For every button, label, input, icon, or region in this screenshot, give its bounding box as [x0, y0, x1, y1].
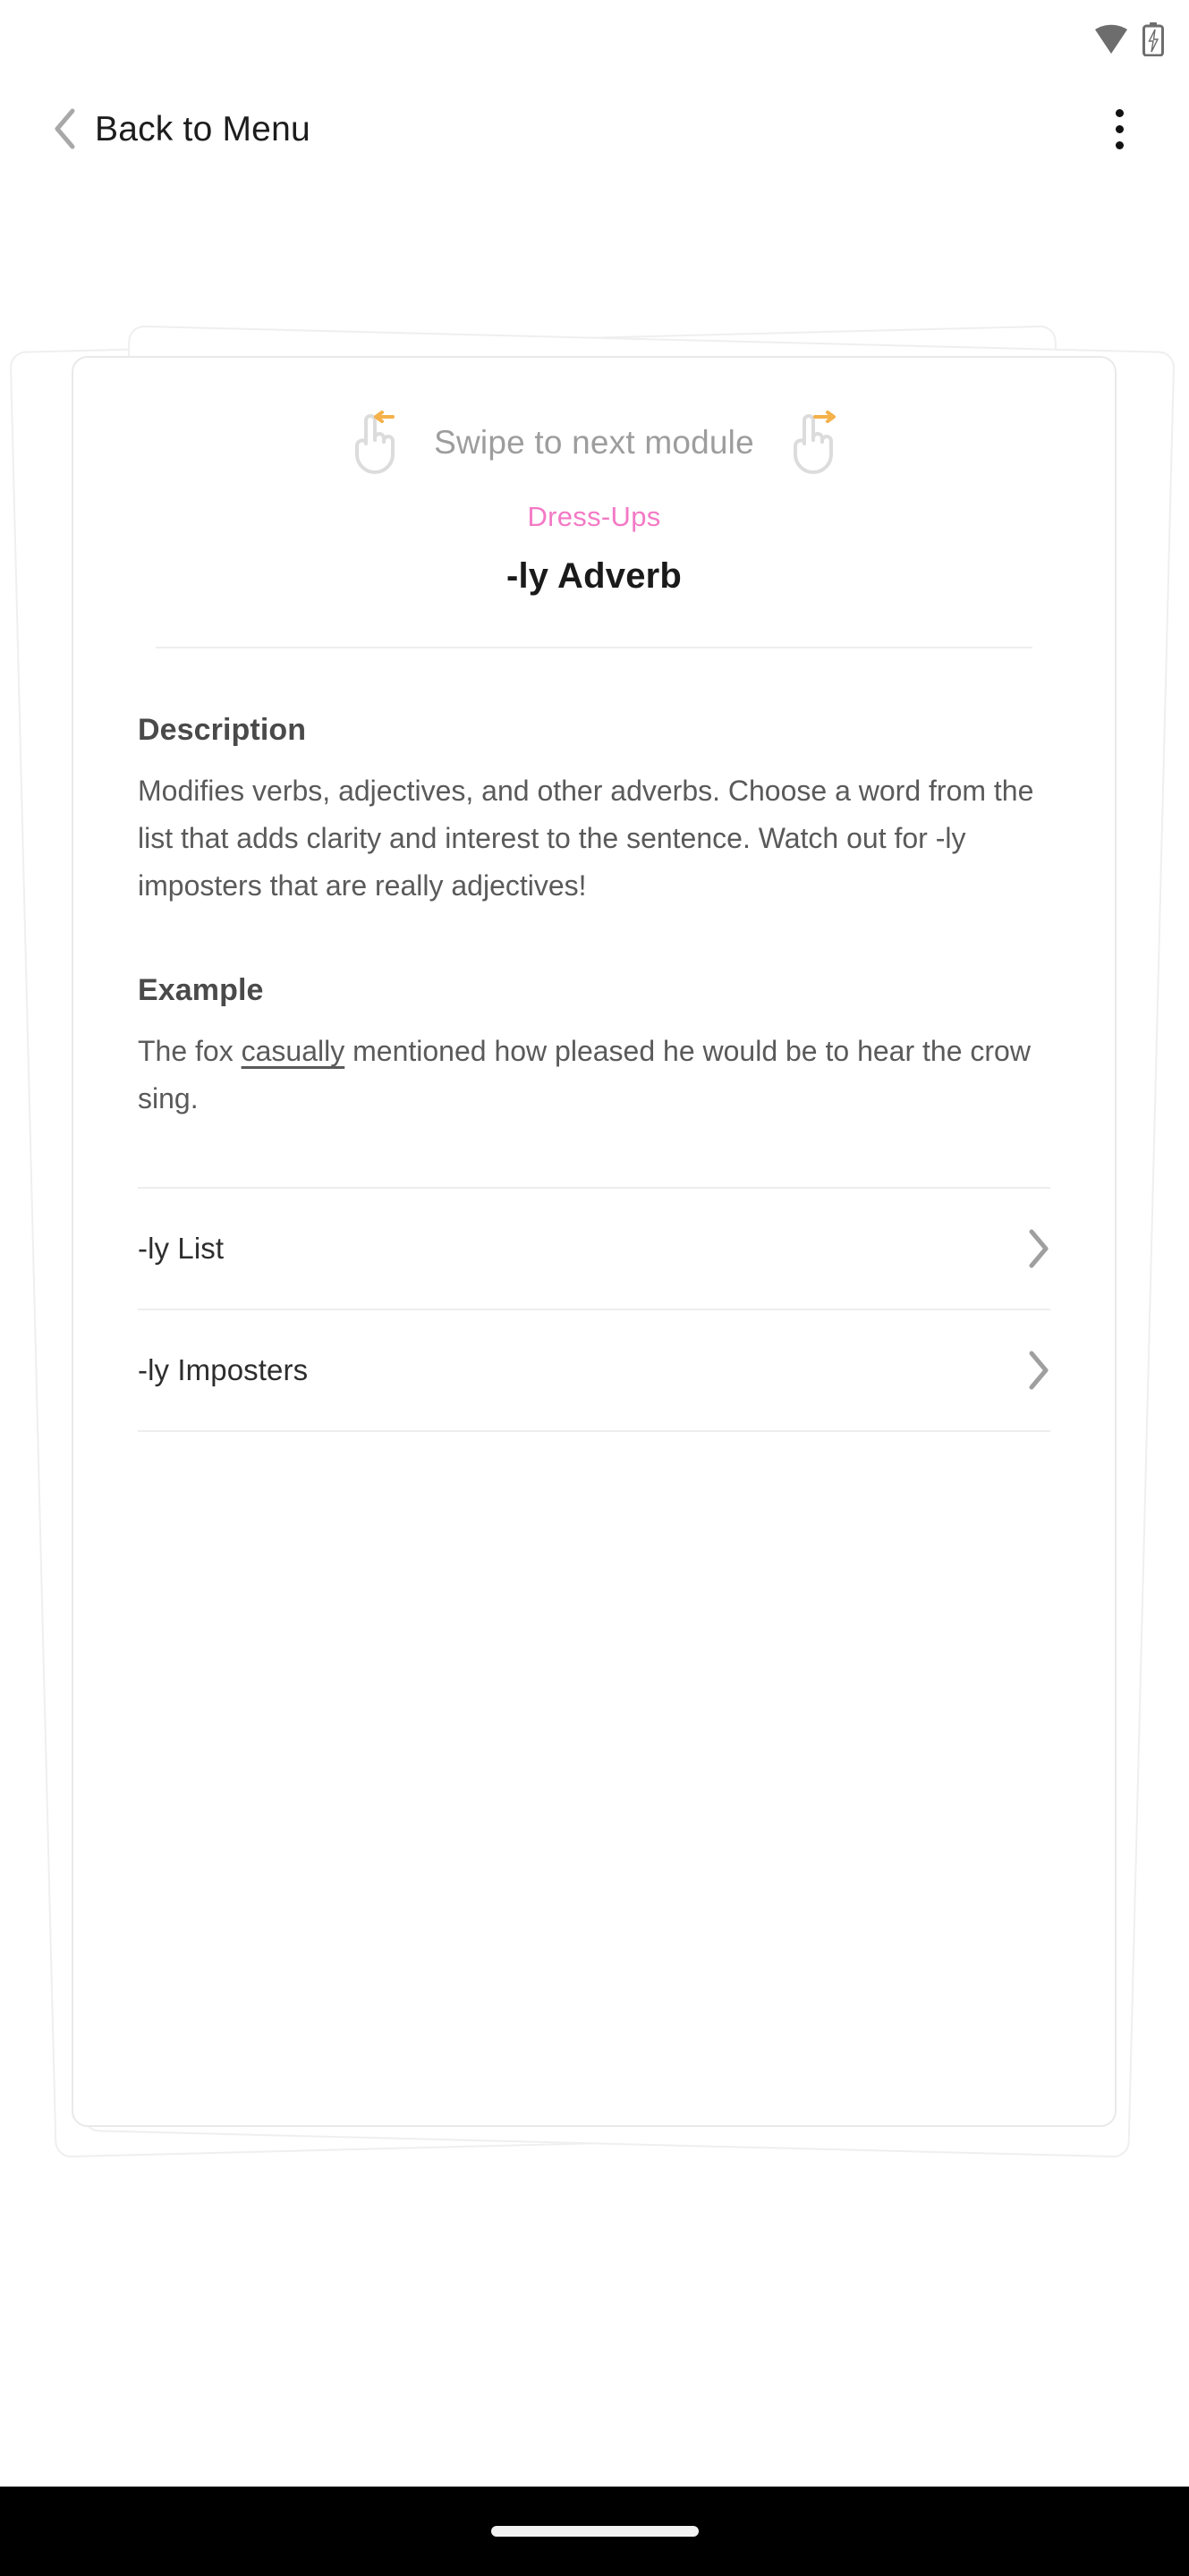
list-item-label: -ly List: [138, 1231, 225, 1265]
status-bar: [0, 0, 1189, 79]
overflow-dot: [1115, 140, 1124, 149]
wifi-icon: [1094, 24, 1128, 55]
example-highlight-word: casually: [241, 1035, 345, 1068]
overflow-dot: [1115, 124, 1124, 133]
description-heading: Description: [138, 713, 307, 747]
module-card[interactable]: Swipe to next module Dress-Ups -ly Adver…: [72, 356, 1117, 2127]
card-body: Description Modifies verbs, adjectives, …: [73, 713, 1115, 1123]
swipe-hint: Swipe to next module: [73, 408, 1115, 478]
app-bar: Back to Menu: [0, 79, 1189, 179]
example-heading: Example: [138, 973, 264, 1008]
description-text: Modifies verbs, adjectives, and other ad…: [138, 775, 1034, 902]
example-text-before: The fox: [138, 1035, 242, 1068]
module-title: -ly Adverb: [505, 556, 683, 596]
swipe-left-hand-icon: [346, 408, 403, 478]
swipe-right-hand-icon: [785, 408, 842, 478]
swipe-hint-label: Swipe to next module: [434, 424, 754, 461]
back-to-menu-label: Back to Menu: [95, 109, 310, 148]
module-card-stack[interactable]: Swipe to next module Dress-Ups -ly Adver…: [0, 295, 1189, 2334]
home-indicator[interactable]: [490, 2526, 699, 2537]
list-item-label: -ly Imposters: [138, 1352, 309, 1386]
chevron-right-icon: [1027, 1351, 1050, 1390]
back-to-menu-button[interactable]: Back to Menu: [0, 108, 310, 149]
overflow-dot: [1115, 108, 1124, 117]
chevron-left-icon: [52, 108, 77, 149]
list-item[interactable]: -ly Imposters: [138, 1310, 1050, 1430]
battery-charging-icon: [1142, 22, 1164, 56]
list-item[interactable]: -ly List: [138, 1189, 1050, 1309]
example-text: The fox casually mentioned how pleased h…: [138, 1028, 1050, 1123]
sublist: -ly List -ly Imposters: [73, 1186, 1115, 1432]
overflow-menu-button[interactable]: [1091, 100, 1148, 157]
system-nav-bar: [0, 2487, 1189, 2576]
app-screen: Back to Menu Swipe to next module Dress-…: [0, 0, 1189, 2576]
list-divider: [138, 1429, 1050, 1432]
title-divider: [156, 647, 1032, 648]
module-category: Dress-Ups: [527, 501, 661, 532]
chevron-right-icon: [1027, 1229, 1050, 1268]
